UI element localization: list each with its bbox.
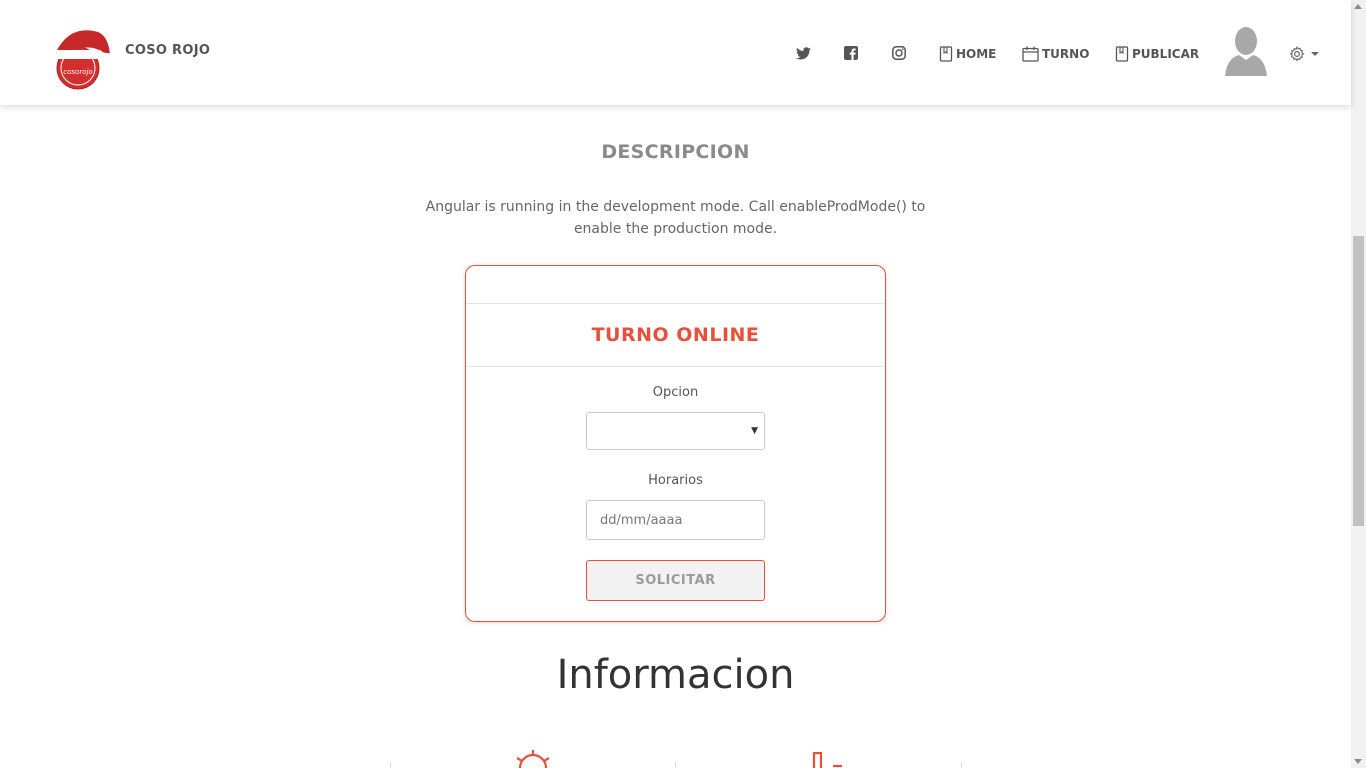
horarios-date-input[interactable]: [586, 500, 765, 540]
gear-icon: [1289, 46, 1305, 62]
turno-card-title: TURNO ONLINE: [591, 324, 760, 346]
book-icon: [939, 46, 953, 62]
nav-turno[interactable]: TURNO: [1022, 45, 1089, 63]
opcion-label: Opcion: [652, 385, 699, 400]
instagram-icon[interactable]: [890, 44, 908, 62]
nav-publicar[interactable]: PUBLICAR: [1115, 45, 1199, 63]
nav-home-label: HOME: [956, 47, 997, 61]
avatar[interactable]: [1225, 24, 1267, 76]
card-divider: [466, 303, 885, 304]
twitter-icon[interactable]: [794, 44, 812, 62]
description-title: DESCRIPCION: [601, 141, 750, 163]
chevron-down-icon: ▼: [751, 426, 758, 436]
turno-card: TURNO ONLINE Opcion ▼ Horarios SOLICITAR: [465, 265, 886, 622]
solicitar-button[interactable]: SOLICITAR: [586, 560, 765, 601]
settings-menu[interactable]: [1289, 45, 1319, 63]
nav-home[interactable]: HOME: [939, 45, 996, 63]
nav-turno-label: TURNO: [1042, 47, 1090, 61]
page-scrollbar[interactable]: [1351, 0, 1366, 768]
sun-icon: [514, 750, 552, 768]
brand-logo[interactable]: cosorojo: [50, 22, 114, 90]
opcion-select[interactable]: ▼: [586, 412, 765, 450]
column-divider: [961, 762, 962, 768]
scroll-down-arrow[interactable]: [1354, 759, 1362, 764]
info-title: Informacion: [556, 652, 795, 698]
description-text: Angular is running in the development mo…: [425, 199, 926, 237]
logo-lettering: cosorojo: [63, 68, 92, 76]
horarios-label: Horarios: [648, 473, 703, 488]
book-icon: [1115, 46, 1129, 62]
building-icon: [811, 751, 845, 768]
nav-publicar-label: PUBLICAR: [1132, 47, 1200, 61]
column-divider: [675, 762, 676, 768]
brand-name[interactable]: COSO ROJO: [125, 43, 210, 58]
chevron-down-icon: [1311, 52, 1319, 56]
column-divider: [390, 762, 391, 768]
navbar: cosorojo COSO ROJO HOME TURNO PUBLICAR: [0, 0, 1351, 105]
scroll-thumb[interactable]: [1353, 236, 1364, 526]
card-divider: [466, 366, 885, 367]
calendar-icon: [1022, 46, 1039, 62]
facebook-icon[interactable]: [842, 44, 860, 62]
scroll-up-arrow[interactable]: [1354, 4, 1362, 9]
